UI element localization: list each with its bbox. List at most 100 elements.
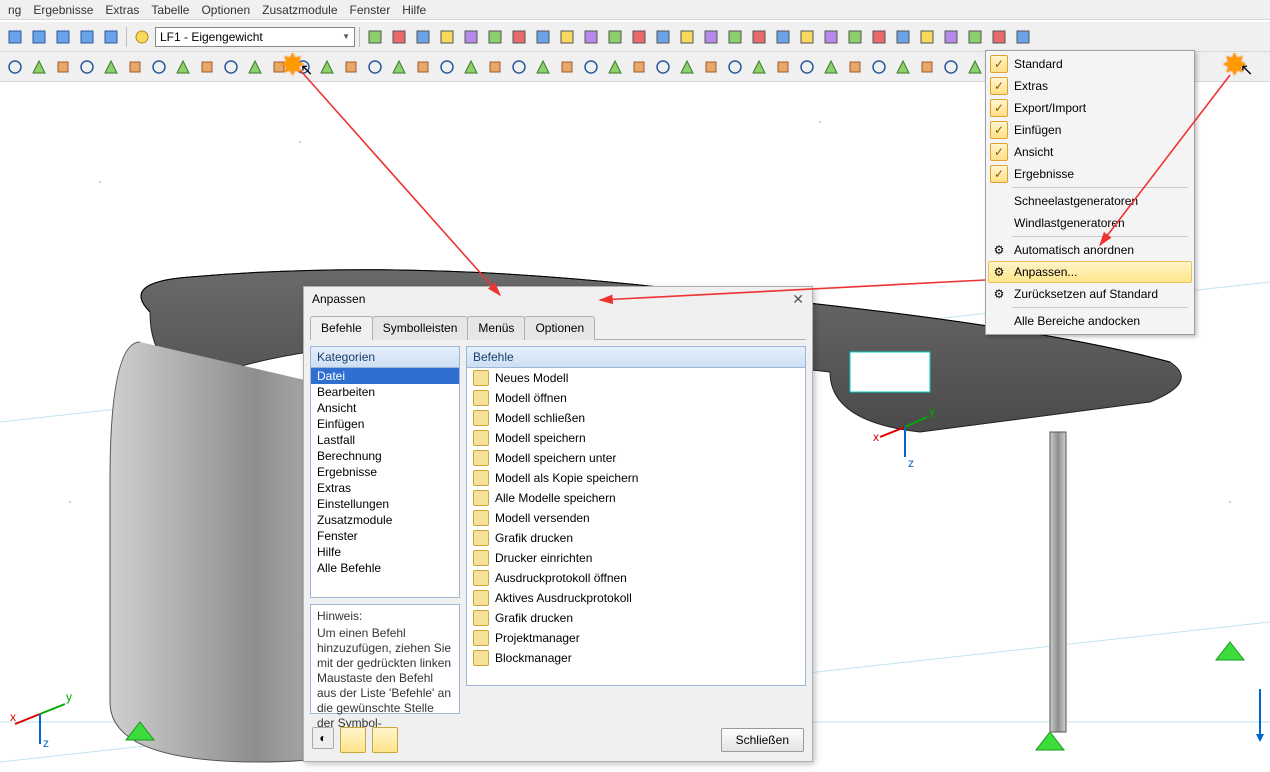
category-item[interactable]: Berechnung [311,448,459,464]
toolbar-button[interactable] [580,56,602,78]
category-item[interactable]: Ergebnisse [311,464,459,480]
toolbar-button[interactable] [628,56,650,78]
toolbar-button[interactable] [652,56,674,78]
toolbar-button[interactable] [892,56,914,78]
toolbar-button[interactable] [604,26,626,48]
toolbar-button[interactable] [436,26,458,48]
toolbar-button[interactable] [796,26,818,48]
tool-button-1[interactable] [340,727,366,753]
command-item[interactable]: Blockmanager [467,648,805,668]
category-item[interactable]: Datei [311,368,459,384]
toolbar-button[interactable] [484,56,506,78]
toolbar-button[interactable] [748,26,770,48]
command-item[interactable]: Modell als Kopie speichern [467,468,805,488]
category-item[interactable]: Alle Befehle [311,560,459,576]
toolbar-button[interactable] [172,56,194,78]
toolbar-button[interactable] [820,56,842,78]
toolbar-button[interactable] [28,56,50,78]
command-item[interactable]: Grafik drucken [467,528,805,548]
toolbar-button[interactable] [604,56,626,78]
toolbar-button[interactable] [532,56,554,78]
menu-item[interactable]: Extras [99,1,145,19]
toolbar-button[interactable] [196,56,218,78]
ctx-item-dock[interactable]: Alle Bereiche andocken [988,310,1192,332]
command-item[interactable]: Grafik drucken [467,608,805,628]
toolbar-button[interactable] [844,56,866,78]
toolbar-button[interactable] [131,26,153,48]
toolbar-button[interactable] [508,26,530,48]
toolbar-button[interactable] [700,26,722,48]
toolbar-button[interactable] [4,56,26,78]
toolbar-button[interactable] [52,56,74,78]
menu-item[interactable]: Hilfe [396,1,432,19]
command-item[interactable]: Projektmanager [467,628,805,648]
category-item[interactable]: Ansicht [311,400,459,416]
tab-symbolleisten[interactable]: Symbolleisten [372,316,469,340]
toolbar-button[interactable] [508,56,530,78]
toolbar-button[interactable] [556,26,578,48]
toolbar-button[interactable] [412,56,434,78]
toolbar-button[interactable] [940,56,962,78]
toolbar-button[interactable] [460,26,482,48]
toolbar-button[interactable] [676,56,698,78]
menu-item[interactable]: Fenster [344,1,397,19]
toolbar-button[interactable] [580,26,602,48]
toolbar-button[interactable] [676,26,698,48]
toolbar-button[interactable] [340,56,362,78]
tab-befehle[interactable]: Befehle [310,316,373,340]
category-item[interactable]: Einfügen [311,416,459,432]
toolbar-button[interactable] [916,26,938,48]
categories-list[interactable]: DateiBearbeitenAnsichtEinfügenLastfallBe… [311,368,459,597]
command-item[interactable]: Modell speichern unter [467,448,805,468]
toolbar-button[interactable] [148,56,170,78]
tab-menues[interactable]: Menüs [467,316,525,340]
toolbar-button[interactable] [988,26,1010,48]
ctx-item-ansicht[interactable]: ✓Ansicht [988,141,1192,163]
command-item[interactable]: Modell speichern [467,428,805,448]
ctx-item-extras[interactable]: ✓Extras [988,75,1192,97]
toolbar-button[interactable] [220,56,242,78]
toolbar-button[interactable] [844,26,866,48]
help-button[interactable]: ◐ [312,727,334,749]
toolbar-button[interactable] [388,26,410,48]
toolbar-button[interactable] [412,26,434,48]
toolbar-button[interactable] [556,56,578,78]
command-item[interactable]: Modell schließen [467,408,805,428]
ctx-item-export[interactable]: ✓Export/Import [988,97,1192,119]
category-item[interactable]: Bearbeiten [311,384,459,400]
toolbar-button[interactable] [484,26,506,48]
menu-item[interactable]: Zusatzmodule [256,1,343,19]
toolbar-button[interactable] [268,56,290,78]
toolbar-button[interactable] [772,56,794,78]
toolbar-button[interactable] [892,26,914,48]
toolbar-button[interactable] [460,56,482,78]
toolbar-button[interactable] [100,26,122,48]
loadcase-dropdown[interactable]: LF1 - Eigengewicht ▼ [155,27,355,47]
toolbar-button[interactable] [1012,26,1034,48]
command-item[interactable]: Ausdruckprotokoll öffnen [467,568,805,588]
toolbar-button[interactable] [964,56,986,78]
toolbar-button[interactable] [28,26,50,48]
toolbar-button[interactable] [532,26,554,48]
category-item[interactable]: Zusatzmodule [311,512,459,528]
menu-item[interactable]: ng [2,1,27,19]
ctx-item-wind[interactable]: Windlastgeneratoren [988,212,1192,234]
category-item[interactable]: Fenster [311,528,459,544]
command-item[interactable]: Modell öffnen [467,388,805,408]
toolbar-button[interactable] [796,56,818,78]
ctx-item-auto[interactable]: ⚙Automatisch anordnen [988,239,1192,261]
tab-optionen[interactable]: Optionen [524,316,595,340]
toolbar-button[interactable] [724,26,746,48]
command-item[interactable]: Neues Modell [467,368,805,388]
toolbar-button[interactable] [316,56,338,78]
toolbar-button[interactable] [748,56,770,78]
toolbar-button[interactable] [772,26,794,48]
toolbar-button[interactable] [124,56,146,78]
toolbar-button[interactable] [652,26,674,48]
command-item[interactable]: Modell versenden [467,508,805,528]
menu-item[interactable]: Ergebnisse [27,1,99,19]
toolbar-button[interactable] [628,26,650,48]
ctx-item-anpassen[interactable]: ⚙Anpassen... [988,261,1192,283]
toolbar-button[interactable] [868,26,890,48]
toolbar-button[interactable] [76,56,98,78]
